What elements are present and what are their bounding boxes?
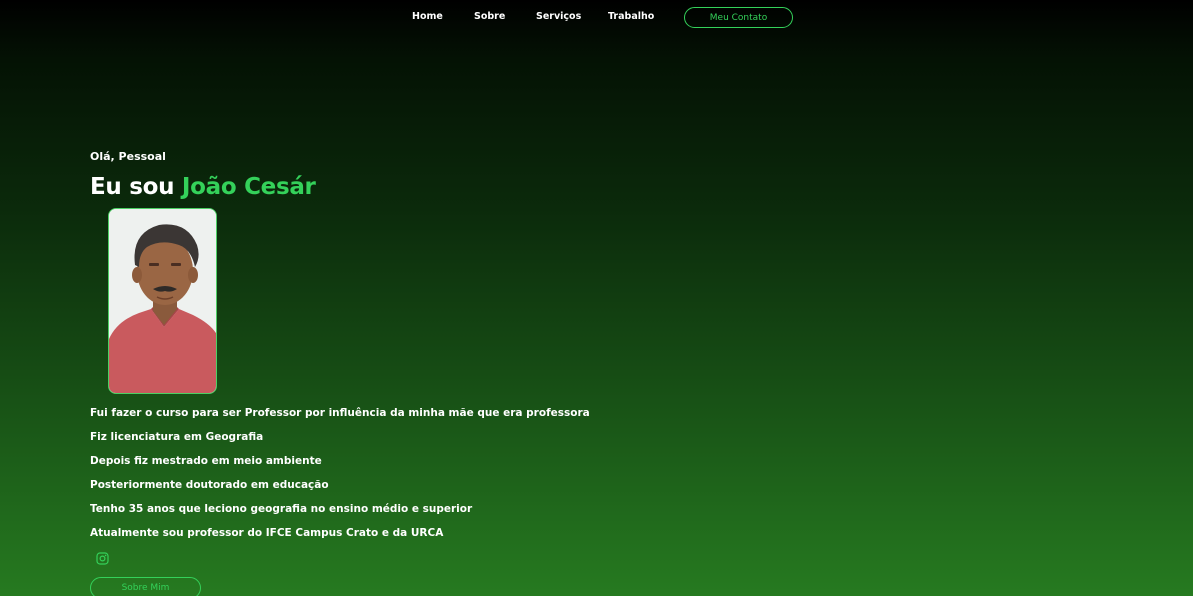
instagram-icon-graphic [96,552,109,565]
nav-link-trabalho[interactable]: Trabalho [608,11,654,22]
bio-line: Fui fazer o curso para ser Professor por… [90,407,590,419]
hero-greeting: Olá, Pessoal [90,150,166,163]
bio-line: Depois fiz mestrado em meio ambiente [90,455,322,467]
bio-line: Tenho 35 anos que leciono geografia no e… [90,503,473,515]
headline-name: João Cesár [181,174,316,200]
bio-line: Posteriormente doutorado em educação [90,479,329,491]
bio-line: Fiz licenciatura em Geografia [90,431,264,443]
profile-photo [108,208,217,394]
nav-link-servicos[interactable]: Serviços [536,11,581,22]
bio-list: Fui fazer o curso para ser Professor por… [90,404,590,548]
hero-headline: Eu sou João Cesár [90,174,316,200]
contact-button[interactable]: Meu Contato [684,7,793,28]
bio-line: Atualmente sou professor do IFCE Campus … [90,527,444,539]
nav-link-sobre[interactable]: Sobre [474,11,505,22]
nav-link-home[interactable]: Home [412,11,443,22]
instagram-icon[interactable] [96,550,109,565]
profile-portrait [109,209,216,393]
top-navigation: Home Sobre Serviços Trabalho Meu Contato [0,0,1193,36]
headline-intro: Eu sou [90,174,182,200]
about-me-button[interactable]: Sobre Mim [90,577,201,596]
